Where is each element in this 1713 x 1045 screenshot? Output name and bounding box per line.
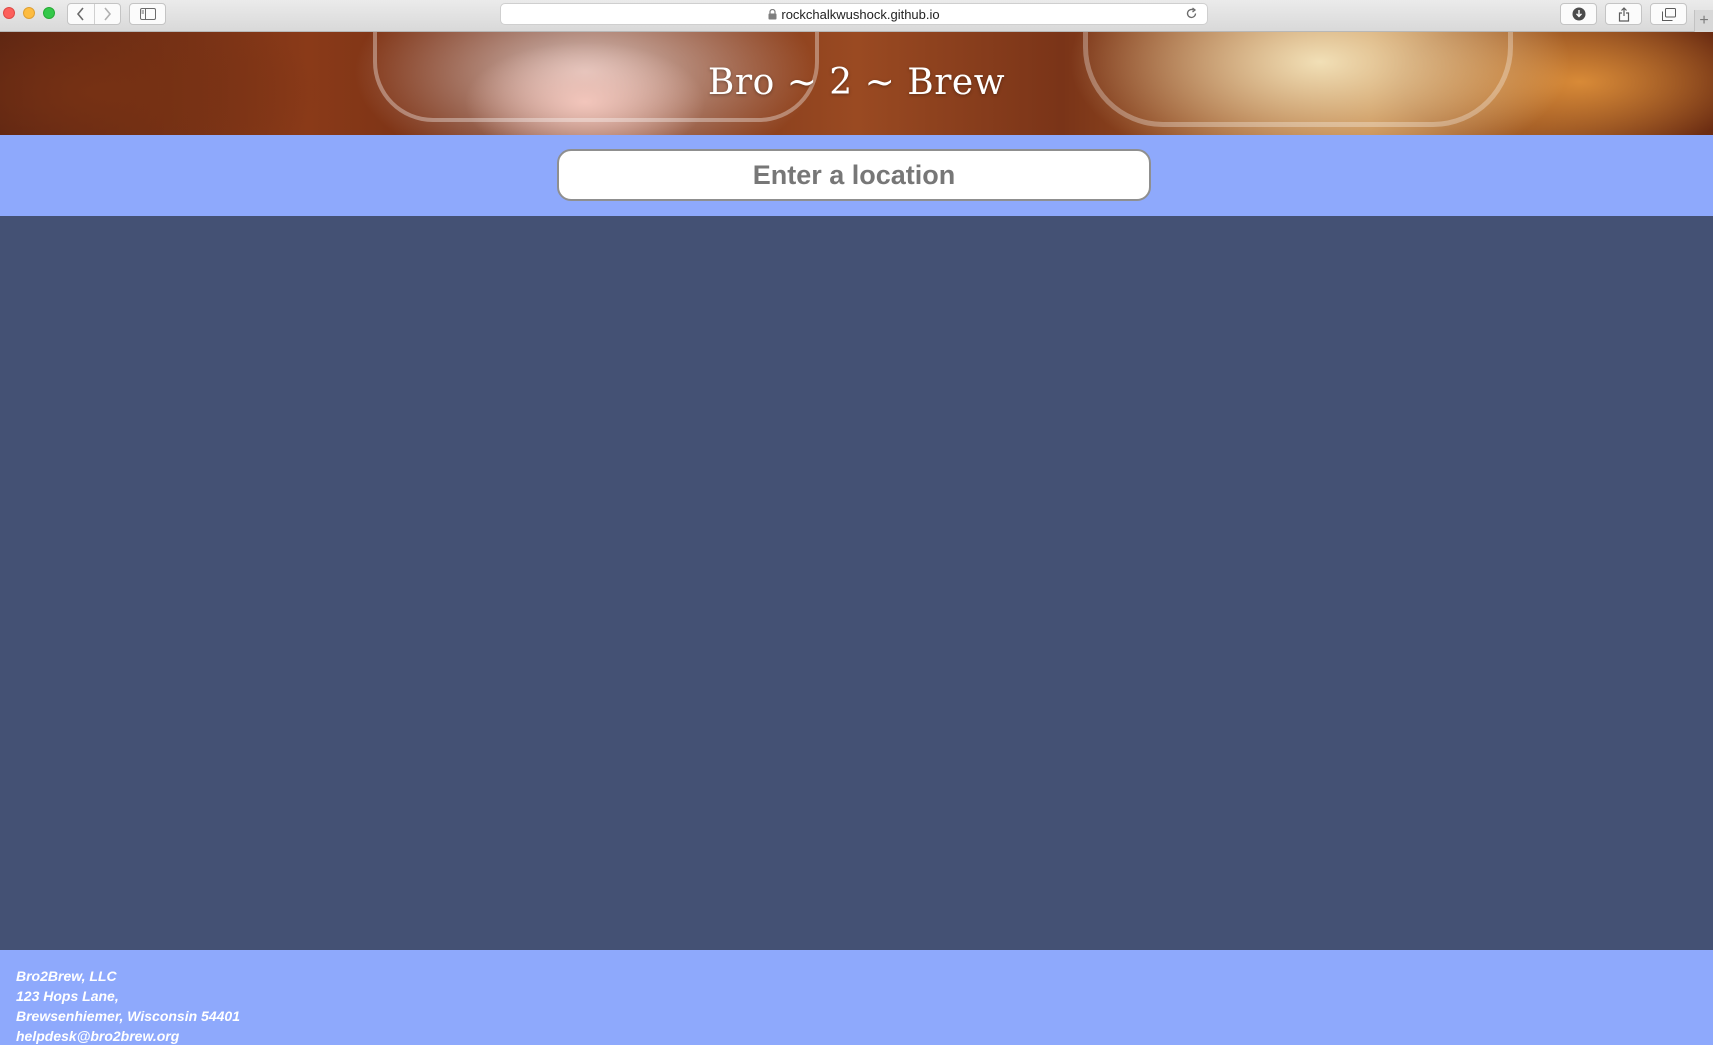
footer-email[interactable]: helpdesk@bro2brew.org (16, 1026, 1713, 1045)
close-window-button[interactable] (3, 7, 15, 19)
map-content-area (0, 216, 1713, 950)
search-bar-section (0, 135, 1713, 216)
new-tab-button[interactable]: + (1694, 10, 1713, 32)
reload-button[interactable] (1185, 7, 1198, 20)
hero-banner: Bro ~ 2 ~ Brew (0, 32, 1713, 135)
footer-address-line1: 123 Hops Lane, (16, 988, 119, 1004)
back-button[interactable] (68, 4, 94, 24)
share-icon (1618, 6, 1629, 22)
sidebar-toggle-button[interactable] (129, 3, 166, 25)
download-icon (1572, 7, 1585, 21)
footer-address-line2: Brewsenhiemer, Wisconsin 54401 (16, 1008, 240, 1024)
downloads-button[interactable] (1560, 3, 1597, 25)
tabs-overview-button[interactable] (1650, 3, 1687, 25)
sidebar-icon (139, 8, 156, 20)
tabs-icon (1661, 7, 1676, 21)
minimize-window-button[interactable] (23, 7, 35, 19)
browser-toolbar: rockchalkwushock.github.io + (0, 0, 1713, 32)
footer-company: Bro2Brew, LLC (16, 968, 117, 984)
maximize-window-button[interactable] (43, 7, 55, 19)
url-text: rockchalkwushock.github.io (781, 6, 940, 22)
site-title: Bro ~ 2 ~ Brew (707, 62, 1006, 103)
browser-window: rockchalkwushock.github.io + Bro ~ 2 ~ B… (0, 0, 1713, 1045)
page: Bro ~ 2 ~ Brew Bro2Brew, LLC 123 Hops La… (0, 32, 1713, 1045)
address-bar[interactable]: rockchalkwushock.github.io (500, 3, 1208, 25)
share-button[interactable] (1605, 3, 1642, 25)
forward-button[interactable] (93, 4, 121, 24)
reload-icon (1186, 7, 1197, 19)
chevron-left-icon (76, 7, 84, 21)
footer: Bro2Brew, LLC 123 Hops Lane, Brewsenhiem… (0, 950, 1713, 1045)
history-nav (67, 3, 121, 25)
location-search-input[interactable] (557, 149, 1151, 201)
chevron-right-icon (104, 7, 112, 21)
lock-icon (768, 8, 777, 19)
